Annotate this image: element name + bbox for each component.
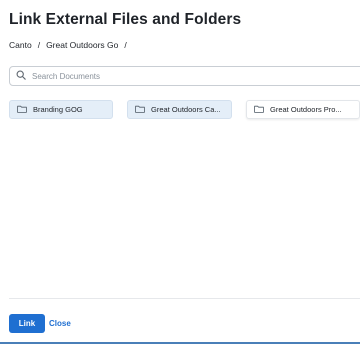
search-box[interactable] bbox=[9, 66, 360, 86]
folder-icon bbox=[254, 105, 270, 115]
dialog-title: Link External Files and Folders bbox=[9, 11, 242, 28]
folder-tile-great-outdoors-ca[interactable]: Great Outdoors Ca... bbox=[127, 100, 232, 119]
folder-label: Branding GOG bbox=[33, 105, 83, 114]
close-button[interactable]: Close bbox=[49, 314, 71, 333]
search-input[interactable] bbox=[32, 71, 332, 81]
link-external-files-dialog: Link External Files and Folders Canto / … bbox=[0, 0, 360, 344]
folder-icon bbox=[17, 105, 33, 115]
footer-divider bbox=[9, 298, 360, 299]
folder-tile-branding-gog[interactable]: Branding GOG bbox=[9, 100, 113, 119]
breadcrumb-separator: / bbox=[124, 40, 127, 50]
breadcrumb-item-great-outdoors-go[interactable]: Great Outdoors Go bbox=[46, 40, 118, 50]
breadcrumb-separator: / bbox=[37, 40, 41, 50]
folder-tile-great-outdoors-pro[interactable]: Great Outdoors Pro... bbox=[246, 100, 360, 119]
breadcrumb-item-canto[interactable]: Canto bbox=[9, 40, 32, 50]
search-icon bbox=[16, 67, 26, 85]
link-button[interactable]: Link bbox=[9, 314, 45, 333]
folder-label: Great Outdoors Ca... bbox=[151, 105, 221, 114]
folder-label: Great Outdoors Pro... bbox=[270, 105, 342, 114]
breadcrumb: Canto / Great Outdoors Go / bbox=[9, 39, 133, 51]
folder-icon bbox=[135, 105, 151, 115]
